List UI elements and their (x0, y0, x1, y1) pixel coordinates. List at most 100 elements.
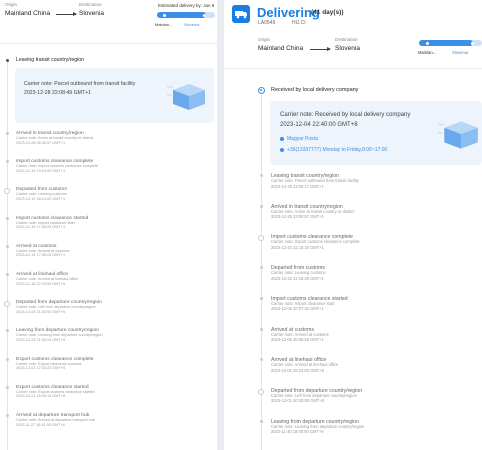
timeline-bullet (6, 357, 9, 361)
timeline-event: Import customs clearance started Carrier … (271, 296, 476, 312)
timeline-current-bullet (6, 59, 9, 62)
event-time: 2023-12-03 21:30:04 GMT+8 (16, 309, 66, 314)
current-event-title: Leaving transit country/region (16, 57, 85, 63)
progress-start-dot (163, 13, 166, 17)
event-time: 2023-12-22 22:15:20 GMT+1 (271, 244, 324, 250)
event-time: 2023-12-01 17:03:23 GMT+8 (16, 366, 66, 371)
card-event-time: 2023-12-04 22:40:00 GMT+8 (280, 122, 358, 128)
event-time: 2023-12-16 22:20:59 GMT+8 (16, 281, 66, 286)
current-event-title: Received by local delivery company (271, 87, 359, 93)
route-arrow-icon (56, 12, 77, 16)
timeline-line (7, 62, 8, 450)
timeline-bullet (6, 160, 9, 164)
timeline-line (261, 95, 262, 450)
timeline-bullet (260, 266, 263, 270)
destination-block: Destination Slovenia (79, 2, 104, 17)
progress-start-dot (426, 41, 429, 45)
timeline-event: Arrived in transit country/region Carrier… (271, 204, 476, 220)
panel-divider (217, 0, 224, 450)
timeline-event: Export customs clearance started Carrier … (16, 385, 214, 399)
timeline-event: Leaving from departure country/region Car… (271, 419, 476, 435)
parcel-box-icon (167, 84, 205, 110)
timeline-bullet (6, 244, 9, 248)
route-arrow-icon (310, 47, 331, 51)
event-time: 2023-12-19 18:24:02 GMT+1 (16, 196, 66, 201)
timeline-event: Departed from departure country/region Ca… (16, 300, 214, 314)
timeline-event: Export customs clearance complete Carrier… (16, 357, 214, 371)
origin-label: Origin (5, 2, 18, 7)
parcel-box-icon (438, 121, 478, 149)
timeline-circle-icon (4, 301, 10, 308)
event-time: 2023-12-22 22:15:20 GMT+1 (271, 275, 324, 281)
card-carrier-note: Carrier note: Received by local delivery… (280, 112, 411, 118)
timeline-event: Import customs clearance started Carrier … (16, 216, 214, 230)
event-time: 2023-12-01 00:40:00 GMT+8 (271, 398, 324, 404)
carrier-logo-icon (280, 137, 284, 141)
timeline-event: Departed from customs Carrier note: Leavi… (271, 265, 476, 281)
timeline-bullet (6, 385, 9, 389)
timeline-bullet (260, 358, 263, 362)
timeline-event: Import customs clearance complete Carrier… (16, 159, 214, 173)
origin-block: Origin Mainland China (5, 2, 50, 17)
origin-label: Origin (258, 37, 271, 42)
left-tracking-panel: Origin Mainland China Destination Sloven… (0, 0, 217, 450)
timeline-bullet (6, 273, 9, 276)
carrier-phone[interactable]: +36(13337777) Monday to Friday,8:00~17:0… (287, 147, 387, 153)
event-time: 2023-12-05 20:07:32 GMT+1 (271, 306, 324, 312)
latest-event-card: Carrier note: Parcel outbound from trans… (15, 68, 214, 123)
destination-value: Slovenia (335, 45, 360, 52)
timeline-bullet (6, 216, 9, 220)
right-tracking-panel: Delivering (41 day(s)) LA0549 HU.CI Orig… (224, 0, 482, 450)
timeline-event: Arrived at customs Carrier note: Arrived … (271, 327, 476, 343)
event-time: 2023-12-19 17:45:23 GMT+1 (16, 225, 66, 230)
destination-label: Destination (79, 2, 102, 7)
origin-value: Mainland China (5, 10, 51, 17)
tracking-number-suffix: HU.CI (292, 20, 306, 26)
event-time: 2023-12-03 21:30:04 GMT+8 (16, 337, 66, 342)
event-time: 2023-12-28 22:08:17 GMT+1 (271, 183, 324, 189)
card-event-time: 2023-12-28 22:08:49 GMT+1 (24, 90, 92, 96)
phone-icon (280, 148, 284, 152)
event-time: 2023-12-01 09:23:00 GMT+8 (271, 367, 324, 373)
progress-destination-label: Slovenia (452, 50, 469, 55)
tracking-number: LA0549 (258, 20, 276, 26)
timeline-event: Leaving from departure country/region Car… (16, 328, 214, 342)
progress-end-dot (471, 41, 474, 45)
event-time: 2023-12-28 23:08:57 GMT+1 (271, 214, 324, 220)
origin-block: Origin Mainland China (258, 37, 303, 52)
timeline-current-ring (258, 87, 265, 94)
timeline-bullet (6, 329, 9, 333)
timeline-circle-icon (258, 235, 264, 242)
event-time: 2023-12-19 17:45:03 GMT+1 (16, 253, 66, 258)
timeline-event: Departed from customs Carrier note: Leavi… (16, 187, 214, 201)
timeline-bullet (260, 327, 263, 331)
timeline-event: Departed from departure country/region Ca… (271, 388, 476, 404)
timeline-bullet (260, 174, 263, 177)
timeline-event: Arrived at linehaul office Carrier note: … (271, 357, 476, 373)
timeline-bullet (260, 204, 263, 208)
timeline-event: Import customs clearance complete Carrier… (271, 234, 476, 250)
timeline-event: Leaving transit country/region Carrier no… (271, 173, 476, 189)
timeline-bullet (6, 132, 9, 135)
progress-destination-label: Slovenia (184, 22, 200, 27)
event-time: 2023-12-28 06:45:57 GMT+1 (16, 140, 66, 145)
timeline-event: Arrived at departure transport hub Carrie… (16, 413, 214, 427)
delivery-truck-icon (232, 5, 250, 23)
header-divider (224, 68, 482, 69)
timeline-bullet (260, 419, 263, 423)
progress-origin-label: Mainlan... (155, 22, 173, 27)
event-time: 2023-11-30 18:00:00 GMT+8 (271, 429, 324, 435)
event-time: 2023-11-27 16:41:08 GMT+8 (16, 422, 65, 427)
latest-event-card: Carrier note: Received by local delivery… (270, 101, 482, 165)
timeline-circle-icon (258, 388, 264, 395)
carrier-name-link[interactable]: Magyar Posta (287, 136, 318, 142)
delivery-progress-bar (419, 40, 482, 46)
timeline-event: Arrived at linehaul office Carrier note: … (16, 272, 214, 286)
event-time: 2023-12-05 20:06:59 GMT+1 (271, 337, 324, 343)
progress-origin-label: Mainlan... (418, 50, 437, 55)
destination-value: Slovenia (79, 10, 104, 17)
destination-block: Destination Slovenia (335, 37, 360, 52)
header-divider (0, 43, 217, 44)
transit-days: (41 day(s)) (311, 9, 344, 16)
timeline-event: Arrived at customs Carrier note: Arrived … (16, 244, 214, 258)
